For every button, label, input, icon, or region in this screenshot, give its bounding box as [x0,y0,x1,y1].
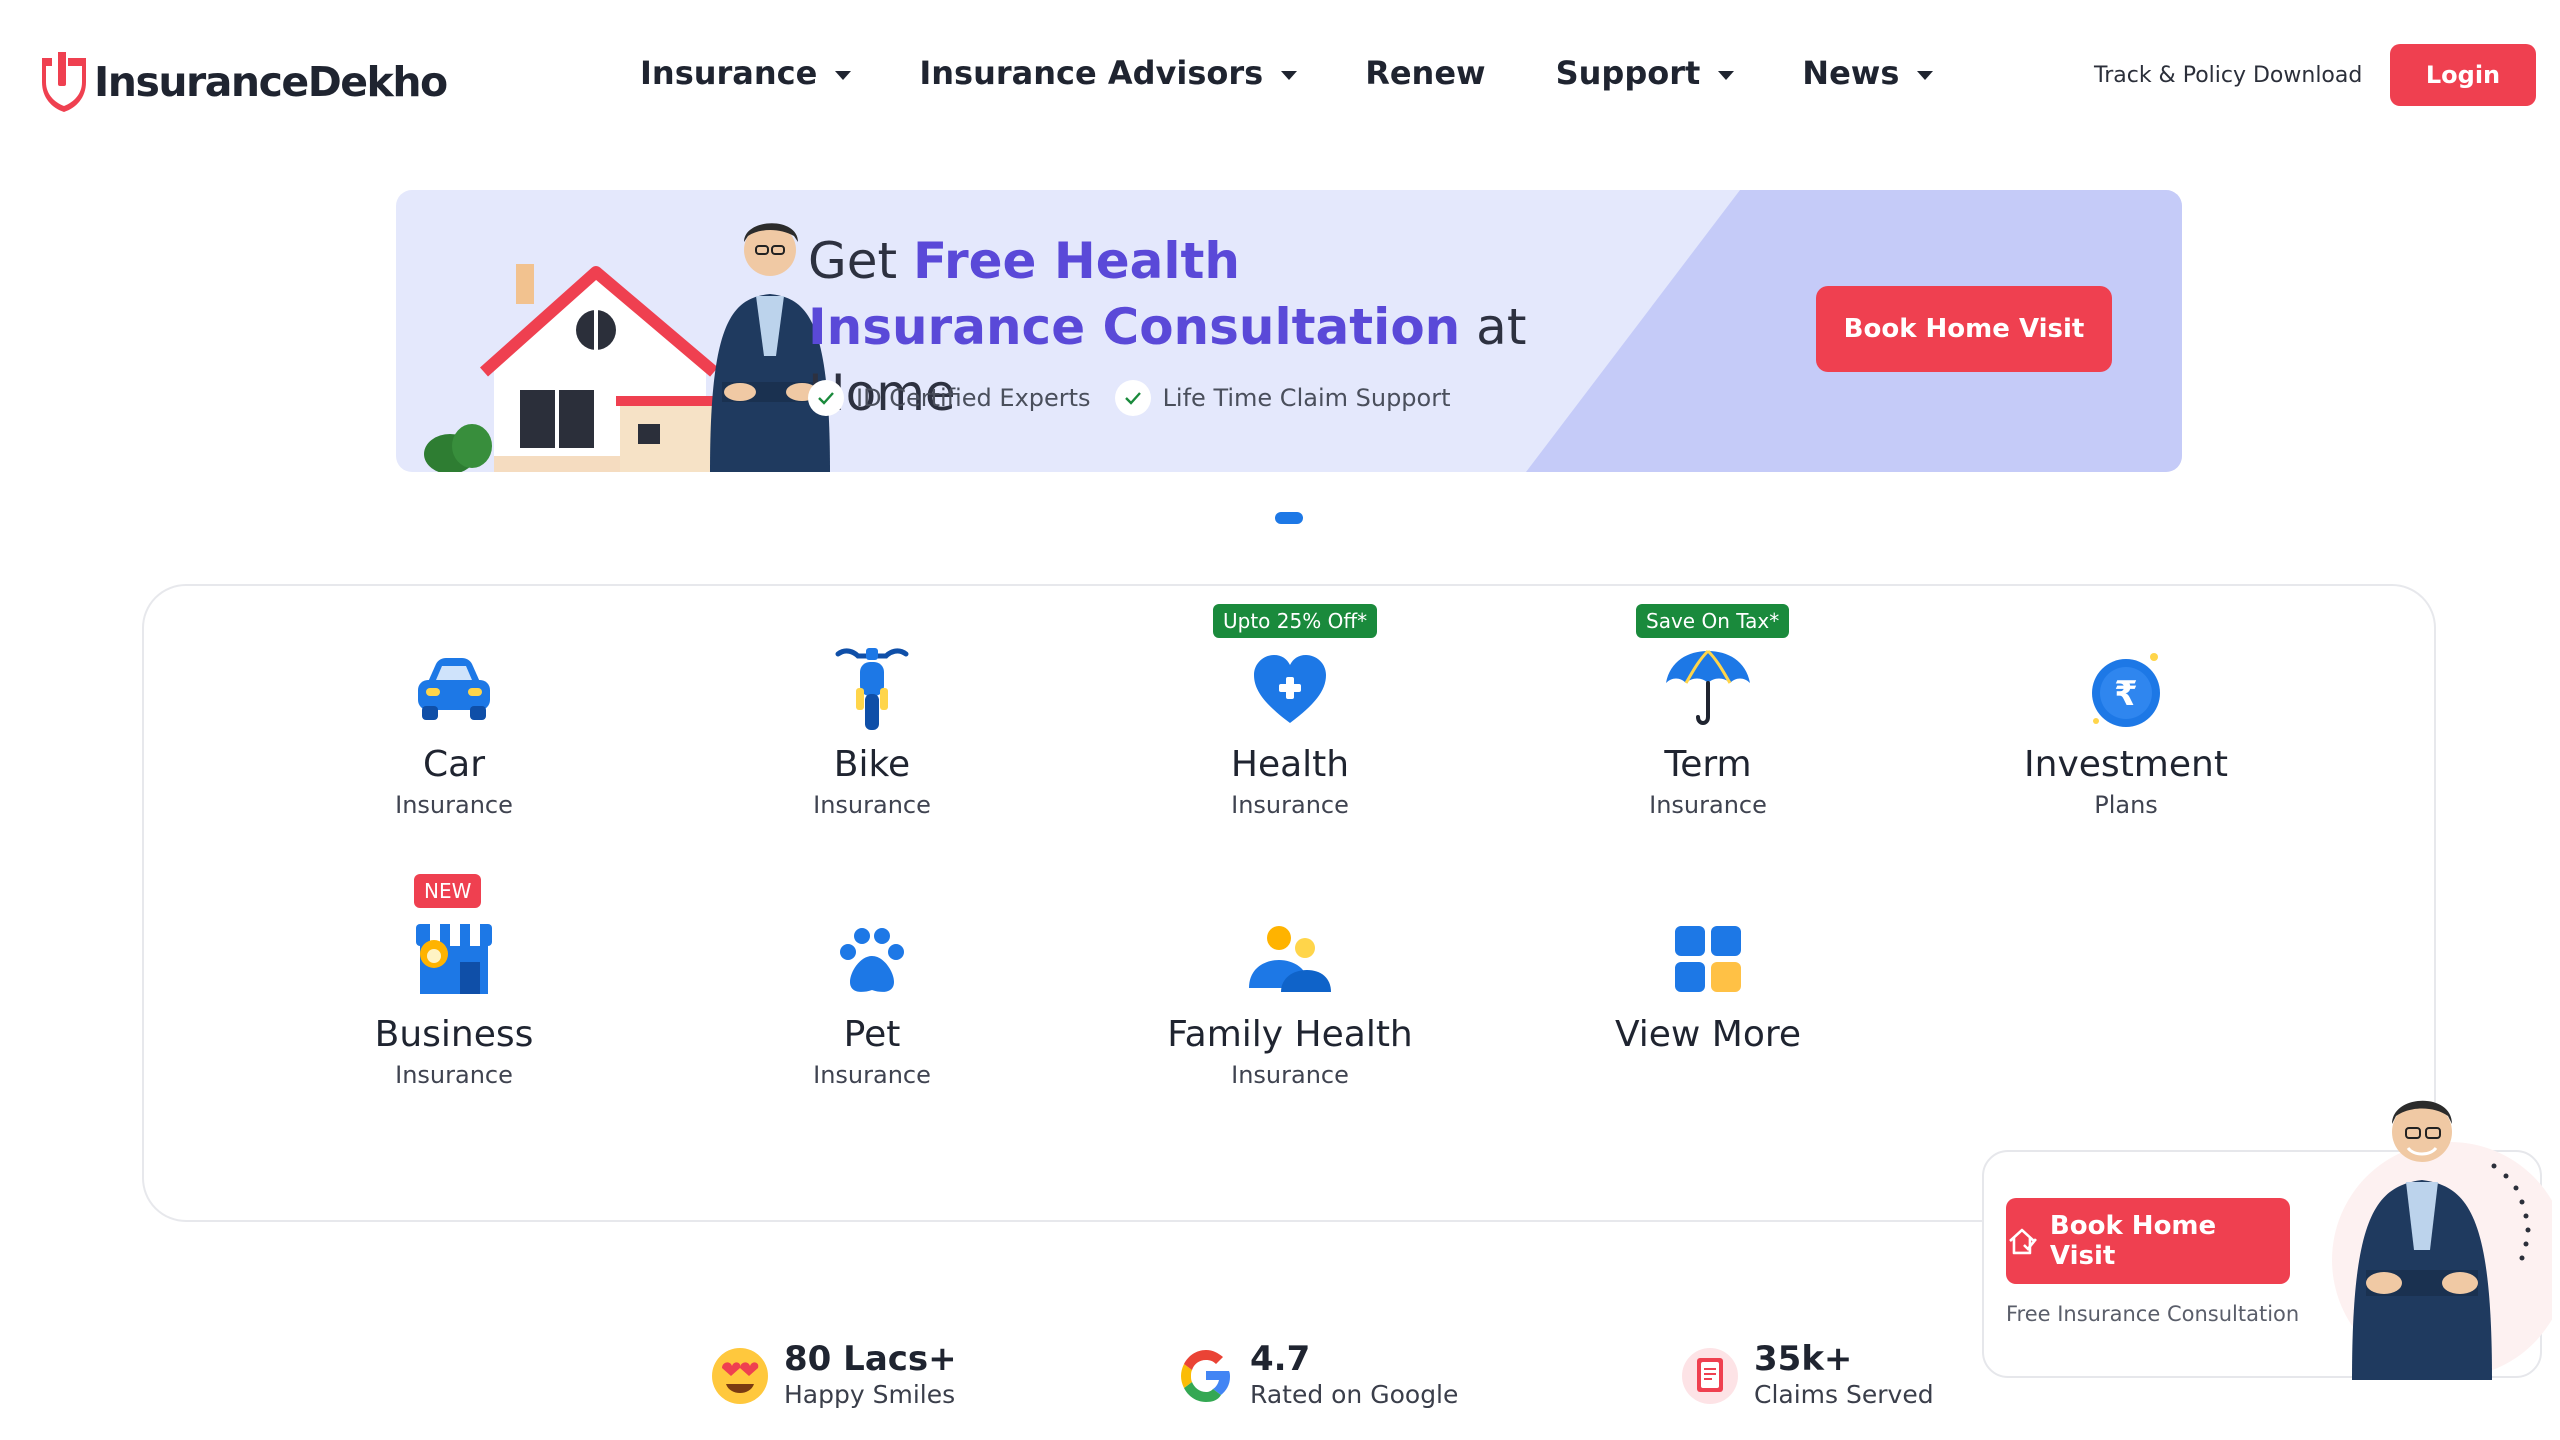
family-icon [1240,914,1340,1004]
product-subtitle: Insurance [395,1061,513,1089]
products-card: Car Insurance Bike Insurance Upto 25% Of… [142,584,2436,1222]
product-subtitle: Insurance [1231,1061,1349,1089]
claim-document-icon [1682,1348,1738,1404]
product-name: Car [423,744,485,785]
product-term[interactable]: Term Insurance [1528,644,1888,819]
term-tax-tag: Save On Tax* [1636,604,1790,638]
nav-insurance-advisors-label: Insurance Advisors [919,54,1264,92]
nav-renew-label: Renew [1365,54,1486,92]
paw-icon [822,914,922,1004]
stat-value: 35k+ [1754,1339,1853,1379]
stat-google-rating: 4.7 Rated on Google [1176,1340,1458,1412]
track-policy-download-link[interactable]: Track & Policy Download [2094,63,2362,88]
checkmark-icon [1114,380,1151,416]
nav-insurance-label: Insurance [640,54,818,92]
nav-insurance-advisors[interactable]: Insurance Advisors [919,54,1298,92]
advisor-avatar [2332,1100,2552,1380]
stat-value: 80 Lacs+ [784,1339,957,1379]
product-subtitle: Insurance [1231,791,1349,819]
product-name: Investment [2024,744,2228,785]
benefit-item: Life Time Claim Support [1114,380,1451,416]
product-name: Health [1230,744,1350,785]
login-button[interactable]: Login [2390,44,2536,106]
logo-text: InsuranceDekho [94,58,448,106]
product-family-health[interactable]: Family Health Insurance [1110,914,1470,1089]
shield-logo-icon [42,52,86,112]
carousel-dot-active[interactable] [1275,512,1303,524]
chevron-down-icon [1917,70,1934,80]
nav-news-label: News [1802,54,1900,92]
product-investment[interactable]: ₹ Investment Plans [1946,644,2306,819]
product-name: View More [1614,1014,1802,1055]
business-new-tag: NEW [414,874,482,908]
nav-news[interactable]: News [1802,54,1934,92]
product-subtitle: Insurance [395,791,513,819]
health-heart-icon [1240,644,1340,734]
main-nav: Insurance Insurance Advisors Renew Suppo… [640,54,1934,92]
chevron-down-icon [835,70,852,80]
nav-renew[interactable]: Renew [1365,54,1485,92]
product-health[interactable]: Health Insurance [1110,644,1470,819]
chevron-down-icon [1281,70,1298,80]
product-name: Business [374,1014,534,1055]
banner-benefits: ID Certified Experts Life Time Claim Sup… [808,380,1475,416]
shop-icon [404,914,504,1004]
product-subtitle: Insurance [1649,791,1767,819]
benefit-label: Life Time Claim Support [1162,384,1451,412]
product-view-more[interactable]: View More [1528,914,1888,1055]
product-name: Pet [843,1014,901,1055]
rupee-coin-icon: ₹ [2076,644,2176,734]
benefit-label: ID Certified Experts [856,384,1091,412]
product-name: Bike [833,744,911,785]
nav-support[interactable]: Support [1556,54,1735,92]
grid-icon [1658,914,1758,1004]
promo-banner[interactable]: Get Free Health Insurance Consultation a… [396,190,2182,472]
product-business[interactable]: Business Insurance [274,914,634,1089]
product-name: Term [1664,744,1752,785]
benefit-item: ID Certified Experts [808,380,1091,416]
stat-happy-smiles: 80 Lacs+ Happy Smiles [710,1340,957,1412]
google-icon [1181,1350,1230,1402]
product-bike[interactable]: Bike Insurance [692,644,1052,819]
chevron-down-icon [1718,70,1735,80]
umbrella-icon [1658,644,1758,734]
banner-book-home-visit-button[interactable]: Book Home Visit [1816,286,2112,372]
bike-icon [822,644,922,734]
floating-button-label: Book Home Visit [2049,1211,2217,1271]
stat-value: 4.7 [1250,1339,1311,1379]
home-visit-icon [2009,1228,2037,1255]
nav-insurance[interactable]: Insurance [640,54,852,92]
product-pet[interactable]: Pet Insurance [692,914,1052,1089]
stat-label: Happy Smiles [784,1380,956,1409]
svg-text:₹: ₹ [2114,674,2138,714]
brand-logo[interactable]: InsuranceDekho [38,52,448,112]
banner-title-prefix: Get [808,232,914,290]
product-subtitle: Plans [2094,791,2158,819]
product-car[interactable]: Car Insurance [274,644,634,819]
health-offer-tag: Upto 25% Off* [1213,604,1378,638]
car-icon [404,644,504,734]
product-name: Family Health [1167,1014,1413,1055]
floating-book-home-visit-button[interactable]: Book Home Visit [2006,1198,2290,1284]
stat-claims-served: 35k+ Claims Served [1680,1340,1934,1412]
product-subtitle: Insurance [813,1061,931,1089]
floating-subtext: Free Insurance Consultation [2006,1302,2300,1326]
smile-emoji-icon [712,1348,768,1404]
site-header: InsuranceDekho Insurance Insurance Advis… [0,0,2560,150]
checkmark-icon [808,380,844,416]
nav-support-label: Support [1555,54,1701,92]
stat-label: Claims Served [1754,1380,1934,1409]
stat-label: Rated on Google [1250,1380,1459,1409]
product-subtitle: Insurance [813,791,931,819]
